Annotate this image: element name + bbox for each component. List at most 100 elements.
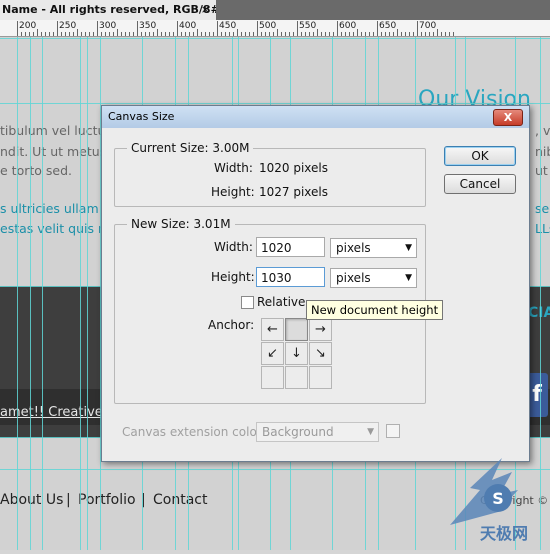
anchor-label: Anchor: — [208, 318, 255, 332]
ruler-minor-tick — [385, 32, 386, 36]
ruler-minor-tick — [69, 32, 70, 36]
ruler-minor-tick — [229, 32, 230, 36]
height-unit-value: pixels — [336, 271, 371, 285]
ruler-tick-label: 400 — [179, 21, 197, 31]
dialog-title: Canvas Size — [108, 110, 175, 123]
ruler-minor-tick — [125, 32, 126, 36]
ruler-minor-tick — [361, 32, 362, 36]
close-button[interactable]: X — [493, 109, 523, 126]
ruler-minor-tick — [433, 32, 434, 36]
current-width-label: Width: — [214, 161, 253, 175]
ruler-minor-tick — [449, 32, 450, 36]
ruler-minor-tick — [409, 32, 410, 36]
guide-line — [30, 37, 31, 550]
page-text-line: , ve — [535, 123, 550, 138]
dialog-titlebar[interactable]: Canvas Size X — [102, 106, 529, 128]
anchor-cell-empty[interactable] — [261, 366, 284, 389]
extension-color-swatch[interactable] — [386, 424, 400, 438]
ruler-minor-tick — [49, 32, 50, 36]
ruler-minor-tick — [45, 32, 46, 36]
extension-color-select[interactable]: Background ▼ — [256, 422, 379, 442]
ruler-minor-tick — [93, 32, 94, 36]
nav-separator: | — [66, 492, 71, 508]
ruler-tick — [297, 21, 298, 36]
anchor-right-arrow-icon[interactable]: → — [309, 318, 332, 341]
ruler-minor-tick — [237, 29, 238, 36]
chevron-down-icon: ▼ — [367, 427, 374, 437]
ruler-minor-tick — [245, 32, 246, 36]
anchor-down-right-arrow-icon[interactable]: ↘ — [309, 342, 332, 365]
ruler-minor-tick — [345, 32, 346, 36]
relative-checkbox[interactable] — [241, 296, 254, 309]
ok-button[interactable]: OK — [444, 146, 516, 166]
ruler-tick-label: 700 — [419, 21, 437, 31]
ruler-minor-tick — [309, 32, 310, 36]
ruler-minor-tick — [21, 32, 22, 36]
ruler-minor-tick — [193, 32, 194, 36]
anchor-cell-empty[interactable] — [285, 366, 308, 389]
anchor-center-selected[interactable] — [285, 318, 308, 341]
ruler-minor-tick — [281, 32, 282, 36]
new-size-legend: New Size: 3.01M — [127, 217, 235, 231]
ruler-minor-tick — [405, 32, 406, 36]
guide-line — [42, 37, 43, 550]
height-input[interactable]: 1030 — [256, 267, 325, 287]
page-text-line: e torto sed. — [0, 163, 72, 178]
ruler-minor-tick — [161, 32, 162, 36]
ruler-minor-tick — [321, 32, 322, 36]
ruler-minor-tick — [121, 32, 122, 36]
ruler-minor-tick — [301, 32, 302, 36]
ruler-minor-tick — [273, 32, 274, 36]
document-tab[interactable]: Name - All rights reserved, RGB/8#) * × — [0, 0, 216, 21]
width-unit-select[interactable]: pixels ▼ — [330, 238, 417, 258]
ruler-minor-tick — [441, 32, 442, 36]
ruler-minor-tick — [241, 32, 242, 36]
cancel-button[interactable]: Cancel — [444, 174, 516, 194]
ruler-minor-tick — [333, 32, 334, 36]
width-input[interactable]: 1020 — [256, 237, 325, 257]
nav-contact[interactable]: Contact — [153, 492, 207, 508]
ruler-tick-label: 350 — [139, 21, 157, 31]
ruler-tick-label: 250 — [59, 21, 77, 31]
ruler-minor-tick — [213, 32, 214, 36]
nav-about[interactable]: About Us — [0, 492, 63, 508]
ruler-minor-tick — [85, 32, 86, 36]
social-label: CIA — [528, 305, 550, 321]
ruler-minor-tick — [73, 32, 74, 36]
ruler-minor-tick — [169, 32, 170, 36]
ruler-minor-tick — [277, 29, 278, 36]
ruler-minor-tick — [65, 32, 66, 36]
ruler-minor-tick — [185, 32, 186, 36]
tab-close-icon[interactable]: × — [201, 0, 210, 20]
ruler-tick-label: 450 — [219, 21, 237, 31]
ruler-minor-tick — [129, 32, 130, 36]
ruler-minor-tick — [317, 29, 318, 36]
ruler-minor-tick — [341, 32, 342, 36]
ruler-minor-tick — [201, 32, 202, 36]
ruler-tick — [377, 21, 378, 36]
anchor-down-left-arrow-icon[interactable]: ↙ — [261, 342, 284, 365]
guide-line — [0, 38, 550, 39]
extension-color-label: Canvas extension color: — [122, 425, 266, 439]
anchor-cell-empty[interactable] — [309, 366, 332, 389]
ruler-minor-tick — [29, 32, 30, 36]
ruler-minor-tick — [253, 32, 254, 36]
ruler-minor-tick — [225, 32, 226, 36]
ruler-tick — [177, 21, 178, 36]
ruler-minor-tick — [397, 29, 398, 36]
ruler-minor-tick — [445, 32, 446, 36]
anchor-down-arrow-icon[interactable]: ↓ — [285, 342, 308, 365]
chevron-down-icon: ▼ — [405, 243, 412, 253]
ruler-minor-tick — [421, 32, 422, 36]
height-unit-select[interactable]: pixels ▼ — [330, 268, 417, 288]
ruler-tick-label: 650 — [379, 21, 397, 31]
anchor-left-arrow-icon[interactable]: ← — [261, 318, 284, 341]
page-text-line: sed — [535, 201, 550, 216]
ruler-minor-tick — [305, 32, 306, 36]
ruler-minor-tick — [289, 32, 290, 36]
ruler-minor-tick — [261, 32, 262, 36]
svg-text:S: S — [492, 489, 504, 508]
chevron-down-icon: ▼ — [405, 273, 412, 283]
guide-line — [0, 103, 550, 104]
ruler-minor-tick — [141, 32, 142, 36]
